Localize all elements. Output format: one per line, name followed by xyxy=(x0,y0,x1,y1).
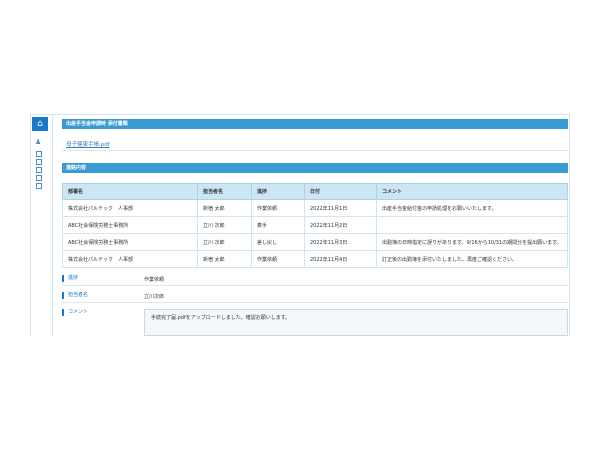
table-row: ABC社会保険労務士事務所 立川 次郎 差し戻し 2022年11月3日 出勤簿の日時指定… xyxy=(62,233,568,251)
table-row: ABC社会保険労務士事務所 立川 次郎 着手 2022年11月2日 xyxy=(62,216,568,234)
col-progress: 進捗 xyxy=(251,183,305,200)
cell xyxy=(376,216,568,234)
cell: 着手 xyxy=(251,216,305,234)
divider xyxy=(62,302,568,303)
col-department: 部署名 xyxy=(62,183,198,200)
progress-label: 進捗 xyxy=(62,275,78,282)
cell: 2022年11月4日 xyxy=(304,250,377,268)
attachments-header: 出産手当金申請時 添付書類 xyxy=(62,119,568,129)
cell: 立川 次郎 xyxy=(197,216,252,234)
person-value: 立川次郎 xyxy=(144,294,165,300)
cell: 作業依頼 xyxy=(251,199,305,217)
attachment-link[interactable]: 母子健康手帳.pdf xyxy=(66,140,110,148)
doc-icon[interactable] xyxy=(36,159,42,165)
cell: 出産手当金給付金の申請処理をお願いいたします。 xyxy=(376,199,568,217)
doc-icon[interactable] xyxy=(36,175,42,181)
doc-icon[interactable] xyxy=(36,167,42,173)
cell: ABC社会保険労務士事務所 xyxy=(62,216,198,234)
cell: 2022年11月3日 xyxy=(304,233,377,251)
cell: 新宿 太郎 xyxy=(197,250,252,268)
cell: 株式会社パルテック 人事部 xyxy=(62,199,198,217)
cell: 立川 次郎 xyxy=(197,233,252,251)
person-label: 担当者名 xyxy=(62,292,88,299)
user-group-icon[interactable]: ♟ xyxy=(35,138,41,146)
contact-table: 部署名 担当者名 進捗 日付 コメント 株式会社パルテック 人事部 新宿 太郎 作業… xyxy=(62,183,568,268)
cell: 2022年11月1日 xyxy=(304,199,377,217)
comment-label: コメント xyxy=(62,309,88,316)
cell: 出勤簿の日時指定に誤りがあります。9/16から10/31の期間分を提出願います。 xyxy=(376,233,568,251)
cell: 作業依頼 xyxy=(251,250,305,268)
divider xyxy=(62,150,568,151)
cell: 株式会社パルテック 人事部 xyxy=(62,250,198,268)
progress-value: 作業依頼 xyxy=(144,277,165,283)
doc-icon[interactable] xyxy=(36,151,42,157)
sidebar xyxy=(30,114,53,336)
col-date: 日付 xyxy=(304,183,377,200)
cell: 2022年11月2日 xyxy=(304,216,377,234)
cell: ABC社会保険労務士事務所 xyxy=(62,233,198,251)
col-person: 担当者名 xyxy=(197,183,252,200)
col-comment: コメント xyxy=(376,183,568,200)
home-button[interactable]: ⌂ xyxy=(32,117,48,131)
table-header-row: 部署名 担当者名 進捗 日付 コメント xyxy=(62,183,568,200)
divider xyxy=(62,285,568,286)
comment-textarea[interactable]: 手続完了届.pdfをアップロードしました。確認お願いします。 xyxy=(144,309,568,336)
cell: 訂正後の出勤簿を添付いたしました。再度ご確認ください。 xyxy=(376,250,568,268)
cell: 差し戻し xyxy=(251,233,305,251)
contact-header: 連絡内容 xyxy=(62,163,568,173)
table-row: 株式会社パルテック 人事部 新宿 太郎 作業依頼 2022年11月4日 訂正後の出勤簿を… xyxy=(62,250,568,268)
doc-icon[interactable] xyxy=(36,183,42,189)
cell: 新宿 太郎 xyxy=(197,199,252,217)
table-row: 株式会社パルテック 人事部 新宿 太郎 作業依頼 2022年11月1日 出産手当金給付金… xyxy=(62,199,568,217)
home-icon: ⌂ xyxy=(37,119,43,129)
